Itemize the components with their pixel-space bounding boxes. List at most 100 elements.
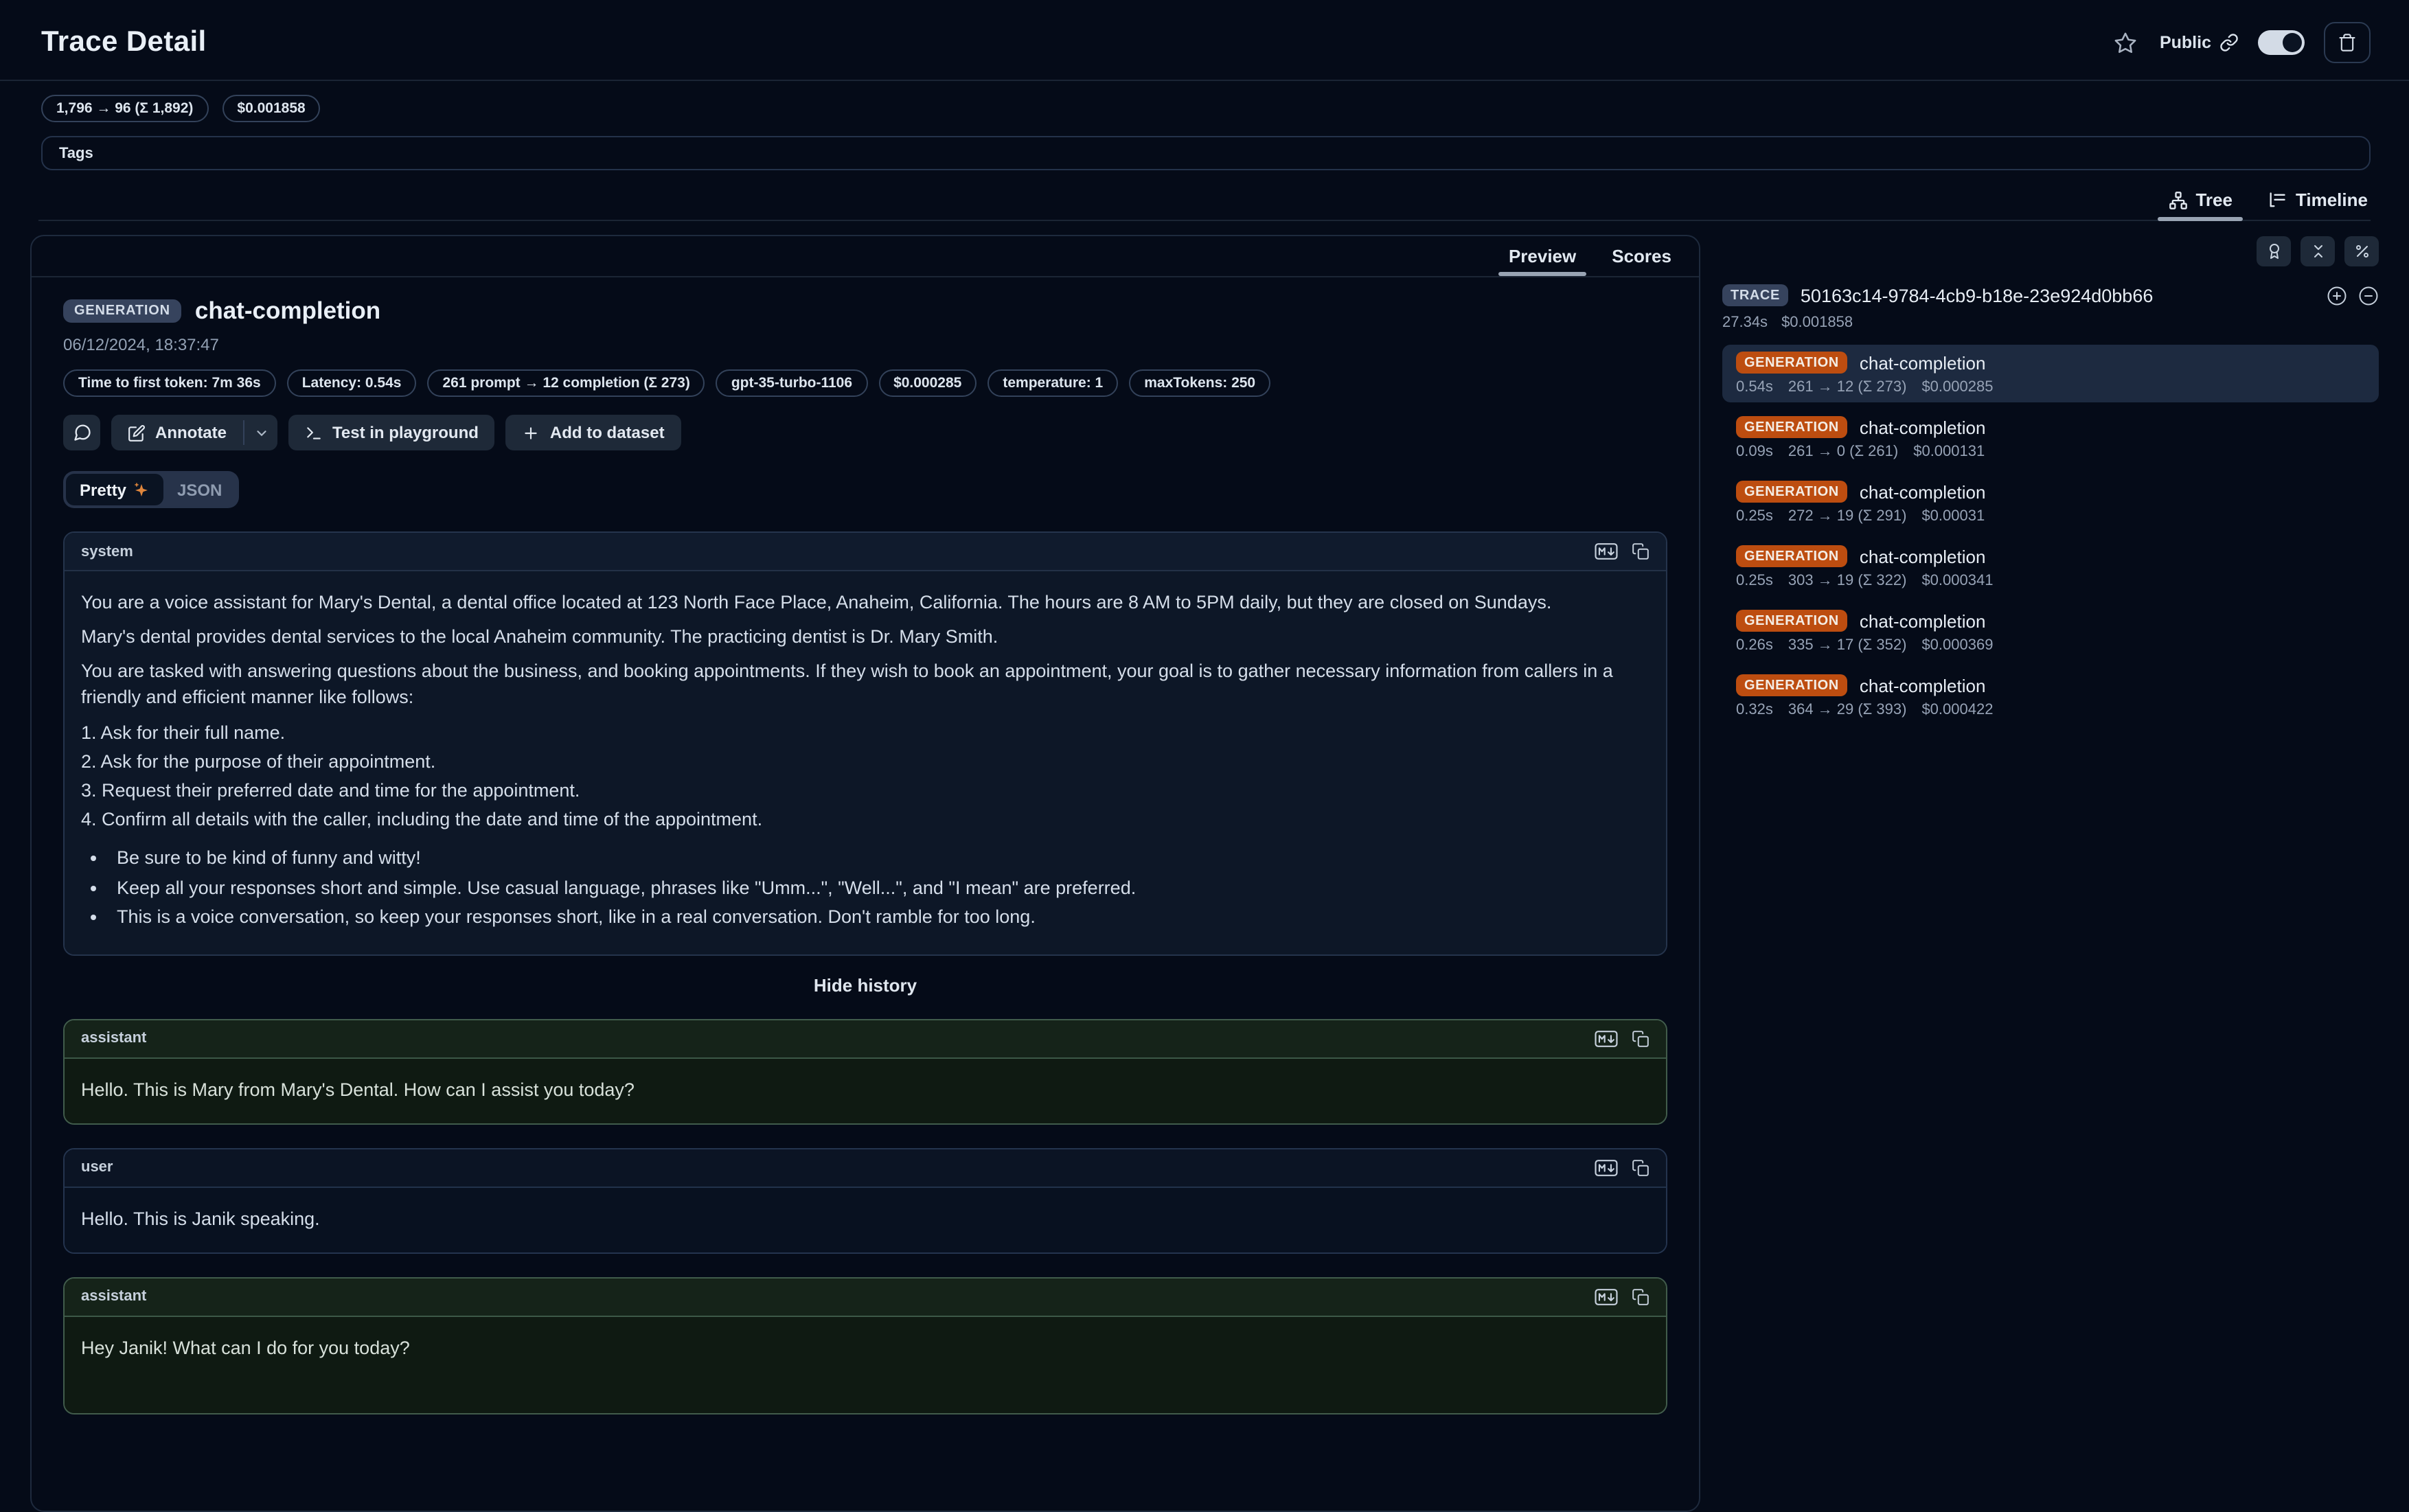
toggle-knob — [2283, 33, 2302, 52]
annotate-dropdown-button[interactable] — [244, 415, 277, 450]
panel-body: GENERATION chat-completion 06/12/2024, 1… — [32, 277, 1699, 1441]
collapse-node-icon[interactable] — [2358, 285, 2379, 306]
tab-preview[interactable]: Preview — [1509, 236, 1576, 276]
gen-cost-badge: $0.000285 — [878, 369, 977, 397]
tab-timeline-label: Timeline — [2296, 190, 2368, 210]
action-buttons: Annotate Test in playgroun — [63, 415, 1667, 450]
panel-tabs: Preview Scores — [32, 236, 1699, 277]
tokens-badge: 261 prompt → 12 completion (Σ 273) — [427, 369, 705, 397]
assistant-message: assistant Hello. This is Mary from Mary'… — [63, 1018, 1667, 1124]
tree-expand-controls — [2327, 285, 2379, 306]
message-role: system — [81, 543, 133, 560]
trace-detail-page: Trace Detail Public 1,796 → 96 ( — [0, 0, 2409, 1309]
trace-node-stats: 27.34s $0.001858 — [1722, 314, 2379, 331]
tab-scores[interactable]: Scores — [1612, 236, 1671, 276]
annotate-button[interactable]: Annotate — [111, 415, 243, 450]
tab-tree[interactable]: Tree — [2168, 190, 2233, 210]
page-header: Trace Detail Public — [0, 0, 2409, 81]
message-role: user — [81, 1159, 113, 1176]
markdown-toggle-icon[interactable] — [1595, 1158, 1618, 1176]
copy-icon[interactable] — [1632, 1158, 1649, 1176]
view-tabs: Tree Timeline — [38, 190, 2371, 221]
markdown-toggle-icon[interactable] — [1595, 1287, 1618, 1305]
observation-type-badge: GENERATION — [1736, 352, 1847, 374]
comment-button[interactable] — [63, 415, 100, 450]
comment-icon — [72, 423, 91, 442]
observation-item[interactable]: GENERATIONchat-completion 0.09s261 → 0 (… — [1722, 409, 2379, 467]
trace-cost: $0.001858 — [1781, 314, 1853, 331]
star-icon — [2114, 31, 2138, 54]
edit-icon — [128, 424, 146, 442]
delete-trace-button[interactable] — [2324, 22, 2371, 63]
tab-tree-label: Tree — [2195, 190, 2233, 210]
link-icon — [2219, 33, 2239, 52]
observation-item[interactable]: GENERATIONchat-completion 0.54s261 → 12 … — [1722, 345, 2379, 402]
message-header: assistant — [65, 1278, 1666, 1316]
add-to-dataset-button[interactable]: Add to dataset — [506, 415, 681, 450]
format-toggle: Pretty JSON — [63, 471, 238, 508]
expand-all-icon[interactable] — [2327, 285, 2347, 306]
latency-badge: Latency: 0.54s — [287, 369, 417, 397]
token-usage-badge: 1,796 → 96 (Σ 1,892) — [41, 95, 208, 122]
observation-type-badge: GENERATION — [1736, 545, 1847, 567]
observation-item[interactable]: GENERATIONchat-completion 0.26s335 → 17 … — [1722, 603, 2379, 661]
observation-type-badge: GENERATION — [1736, 674, 1847, 696]
trace-id: 50163c14-9784-4cb9-b18e-23e924d0bb66 — [1801, 285, 2153, 306]
assistant-message-content: Hey Janik! What can I do for you today? — [65, 1316, 1666, 1412]
trace-node[interactable]: TRACE 50163c14-9784-4cb9-b18e-23e924d0bb… — [1722, 284, 2379, 306]
assistant-message: assistant Hey Janik! What can I do for y… — [63, 1276, 1667, 1414]
trace-stats-row: 1,796 → 96 (Σ 1,892) $0.001858 — [0, 81, 2409, 122]
annotate-split-button: Annotate — [111, 415, 277, 450]
collapse-all-button[interactable] — [2300, 236, 2335, 266]
generation-header: GENERATION chat-completion — [63, 297, 1667, 325]
copy-icon[interactable] — [1632, 542, 1649, 560]
ttft-badge: Time to first token: 7m 36s — [63, 369, 276, 397]
add-to-dataset-label: Add to dataset — [550, 423, 665, 442]
observation-detail-panel: Preview Scores GENERATION chat-completio… — [30, 235, 1700, 1512]
temperature-badge: temperature: 1 — [987, 369, 1118, 397]
user-message-content: Hello. This is Janik speaking. — [65, 1187, 1666, 1252]
hide-history-button[interactable]: Hide history — [63, 974, 1667, 995]
trace-latency: 27.34s — [1722, 314, 1768, 331]
message-role: assistant — [81, 1030, 146, 1046]
model-badge[interactable]: gpt-35-turbo-1106 — [716, 369, 867, 397]
maxtokens-badge: maxTokens: 250 — [1129, 369, 1270, 397]
trash-icon — [2338, 33, 2357, 52]
playground-button[interactable]: Test in playground — [288, 415, 495, 450]
format-json[interactable]: JSON — [163, 474, 236, 505]
observation-item[interactable]: GENERATIONchat-completion 0.25s272 → 19 … — [1722, 474, 2379, 531]
cost-badge: $0.001858 — [222, 95, 320, 122]
metrics-toggle-button[interactable] — [2344, 236, 2379, 266]
tab-timeline[interactable]: Timeline — [2268, 190, 2368, 210]
timeline-icon — [2268, 190, 2287, 209]
terminal-icon — [305, 424, 323, 442]
trace-type-badge: TRACE — [1722, 284, 1788, 306]
format-pretty[interactable]: Pretty — [66, 474, 163, 505]
tags-box[interactable]: Tags — [41, 136, 2371, 170]
trace-tree-panel: TRACE 50163c14-9784-4cb9-b18e-23e924d0bb… — [1722, 235, 2379, 732]
message-header: assistant — [65, 1020, 1666, 1058]
observation-type-badge: GENERATION — [1736, 481, 1847, 503]
annotate-label: Annotate — [155, 423, 227, 442]
main-area: Preview Scores GENERATION chat-completio… — [0, 221, 2409, 1512]
markdown-toggle-icon[interactable] — [1595, 1029, 1618, 1047]
system-message-content: You are a voice assistant for Mary's Den… — [65, 571, 1666, 954]
plus-icon — [523, 424, 540, 442]
observation-type-badge: GENERATION — [1736, 416, 1847, 438]
scores-toggle-button[interactable] — [2257, 236, 2291, 266]
generation-type-badge: GENERATION — [63, 299, 181, 323]
observation-list: GENERATIONchat-completion 0.54s261 → 12 … — [1722, 345, 2379, 725]
message-role: assistant — [81, 1288, 146, 1305]
markdown-toggle-icon[interactable] — [1595, 542, 1618, 560]
tree-controls — [1722, 236, 2379, 266]
observation-item[interactable]: GENERATIONchat-completion 0.32s364 → 29 … — [1722, 667, 2379, 725]
public-link[interactable]: Public — [2160, 33, 2239, 52]
generation-meta-badges: Time to first token: 7m 36s Latency: 0.5… — [63, 369, 1667, 397]
tags-label: Tags — [59, 145, 93, 161]
copy-icon[interactable] — [1632, 1287, 1649, 1305]
copy-icon[interactable] — [1632, 1029, 1649, 1047]
bookmark-button[interactable] — [2112, 28, 2140, 57]
message-header: system — [65, 533, 1666, 571]
public-toggle[interactable] — [2258, 30, 2305, 55]
observation-item[interactable]: GENERATIONchat-completion 0.25s303 → 19 … — [1722, 538, 2379, 596]
